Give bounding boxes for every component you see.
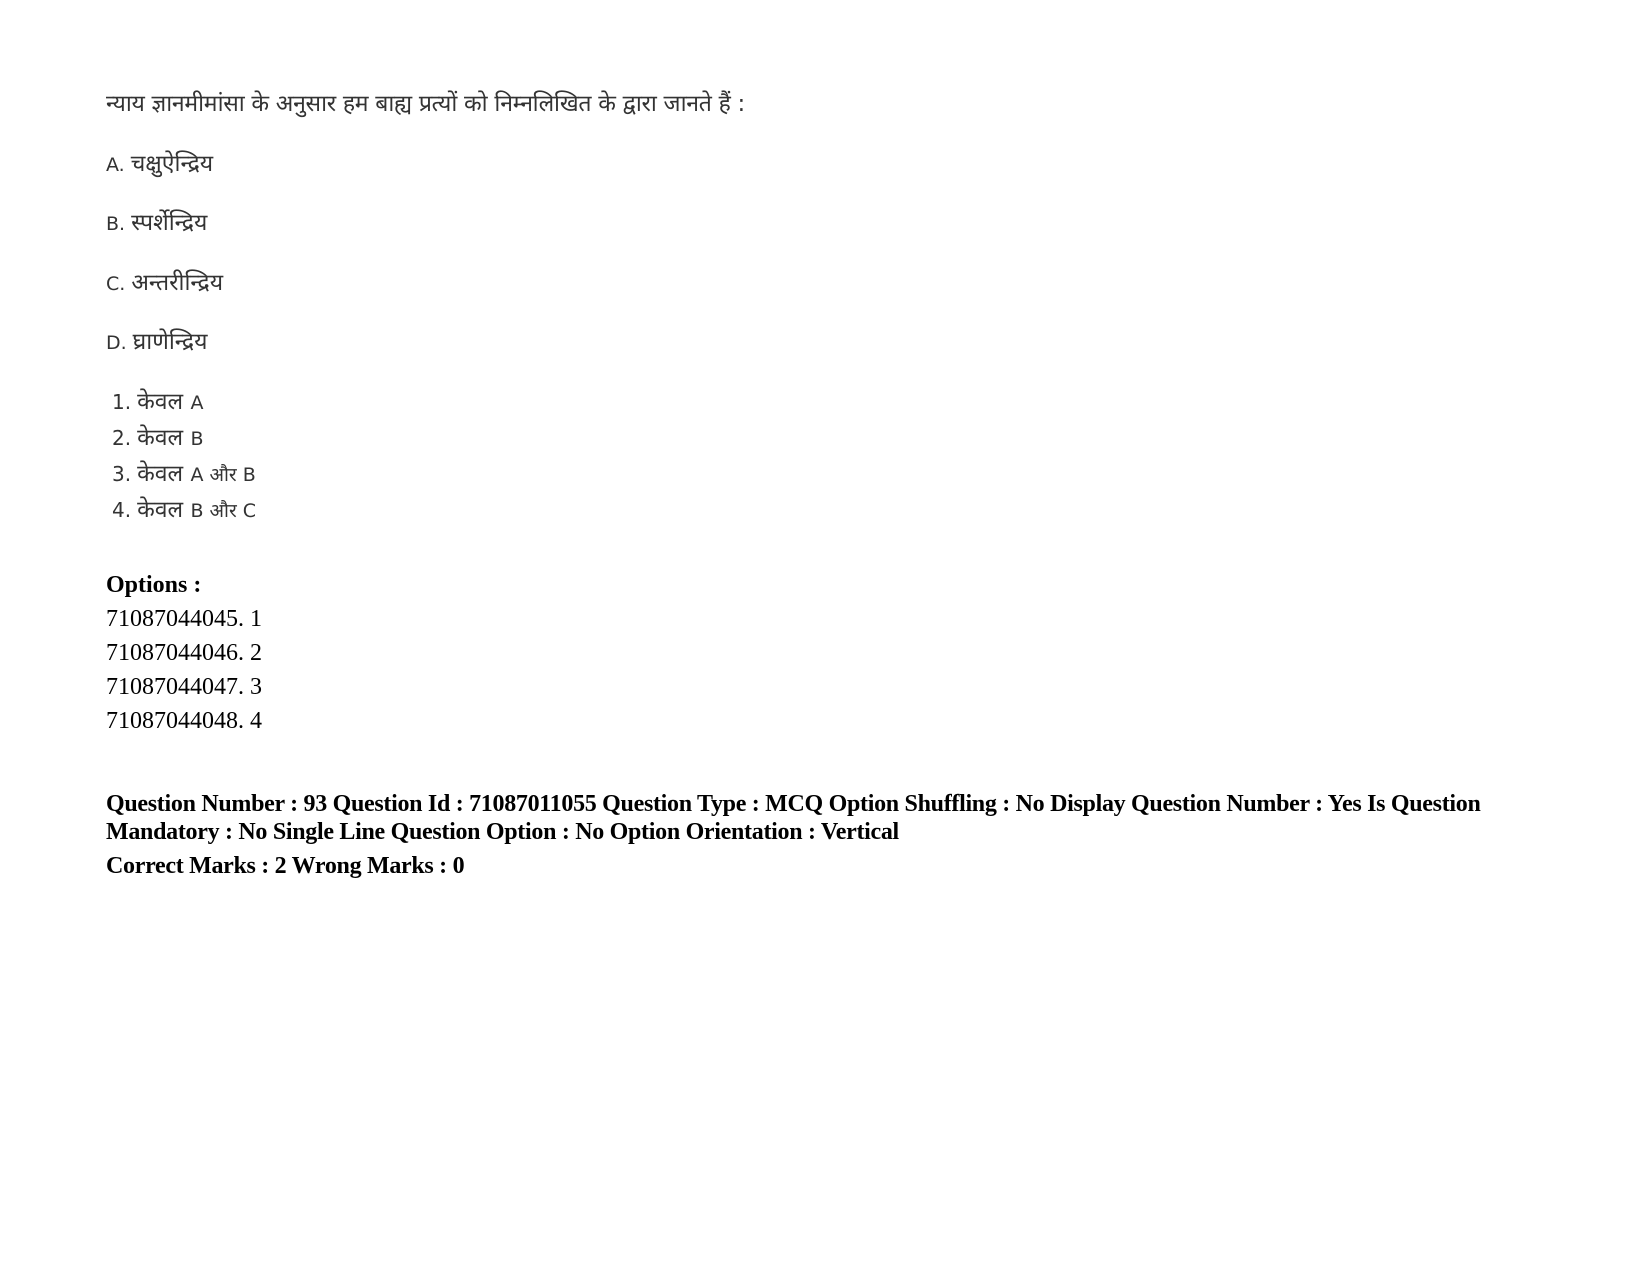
choice-latin: A [190, 392, 204, 414]
choice-text: केवल [137, 425, 184, 451]
statement-label: C. [106, 273, 126, 295]
choice-number: 3. [112, 462, 132, 486]
options-heading: Options : [106, 572, 202, 598]
option-id-line: 71087044045. 1 [106, 606, 262, 632]
question-text: न्याय ज्ञानमीमांसा के अनुसार हम बाह्य प्… [106, 91, 745, 117]
choice-latin: A और B [190, 464, 256, 486]
statement-b: B. स्पर्शेन्द्रिय [106, 205, 207, 237]
statement-text: चक्षुऐन्द्रिय [130, 151, 214, 177]
statement-d: D. घ्राणेन्द्रिय [106, 324, 207, 356]
statement-a: A. चक्षुऐन्द्रिय [106, 146, 213, 178]
choice-latin: B [190, 428, 204, 450]
choice-3: 3. केवल A और B [112, 456, 256, 488]
statement-c: C. अन्तरीन्द्रिय [106, 265, 223, 297]
choice-text: केवल [137, 497, 184, 523]
choice-text: केवल [137, 389, 184, 415]
choice-text: केवल [137, 461, 184, 487]
choice-number: 4. [112, 498, 132, 522]
choice-latin: B और C [190, 500, 257, 522]
choice-1: 1. केवल A [112, 384, 203, 416]
statement-label: A. [106, 154, 125, 176]
choice-2: 2. केवल B [112, 420, 204, 452]
statement-label: B. [106, 213, 126, 235]
statement-text: अन्तरीन्द्रिय [131, 270, 224, 296]
statement-text: स्पर्शेन्द्रिय [131, 210, 208, 236]
option-id-line: 71087044047. 3 [106, 674, 262, 700]
choice-number: 2. [112, 426, 132, 450]
choice-4: 4. केवल B और C [112, 492, 256, 524]
option-id-line: 71087044046. 2 [106, 640, 262, 666]
marks-line: Correct Marks : 2 Wrong Marks : 0 [106, 853, 465, 879]
question-meta: Question Number : 93 Question Id : 71087… [106, 791, 1481, 845]
choice-number: 1. [112, 390, 132, 414]
statement-text: घ्राणेन्द्रिय [132, 329, 208, 355]
option-id-line: 71087044048. 4 [106, 708, 262, 734]
statement-label: D. [106, 332, 127, 354]
